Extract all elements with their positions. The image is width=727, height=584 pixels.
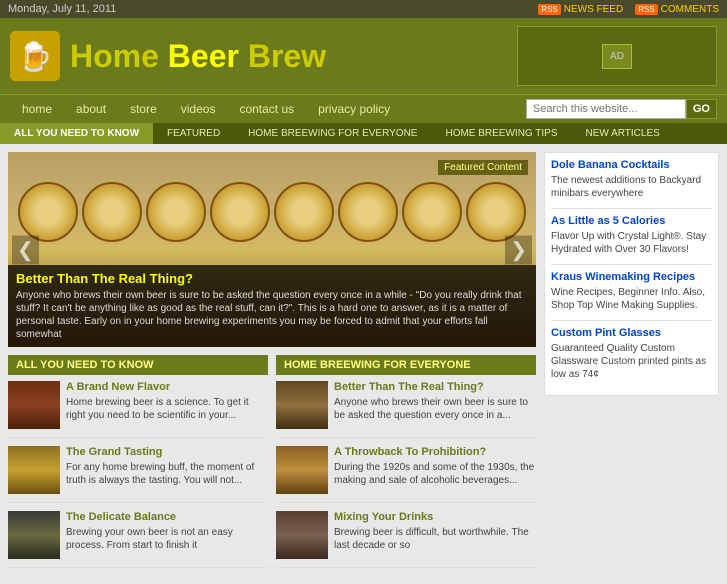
- article-excerpt-4: Anyone who brews their own beer is sure …: [334, 396, 536, 422]
- featured-slider: Featured Content ❮ ❯ Better Than The Rea…: [8, 152, 536, 347]
- rss-icon: RSS: [538, 4, 560, 15]
- header-ad-inner: AD: [602, 44, 632, 69]
- article-title-1[interactable]: A Brand New Flavor: [66, 381, 268, 393]
- comments-rss-icon: RSS: [635, 4, 657, 15]
- nav-store[interactable]: store: [118, 100, 169, 118]
- search-bar: GO: [526, 99, 717, 119]
- search-input[interactable]: [526, 99, 686, 119]
- nav-privacy[interactable]: privacy policy: [306, 100, 402, 118]
- cat-featured[interactable]: FEATURED: [153, 123, 234, 144]
- circle-2: [82, 182, 142, 242]
- article-item: A Throwback To Prohibition? During the 1…: [276, 446, 536, 503]
- article-title-2[interactable]: The Grand Tasting: [66, 446, 268, 458]
- article-info-4: Better Than The Real Thing? Anyone who b…: [334, 381, 536, 429]
- circle-4: [210, 182, 270, 242]
- sidebar-ad-title-2[interactable]: As Little as 5 Calories: [551, 215, 712, 227]
- featured-excerpt: Anyone who brews their own beer is sure …: [16, 289, 528, 341]
- sidebar-divider: [551, 320, 712, 321]
- cat-tips[interactable]: HOME BREEWING TIPS: [431, 123, 571, 144]
- featured-circles: [8, 172, 536, 252]
- comments-link[interactable]: RSS COMMENTS: [635, 4, 719, 15]
- article-title-6[interactable]: Mixing Your Drinks: [334, 511, 536, 523]
- logo-area[interactable]: 🍺 Home Beer Brew: [10, 31, 326, 81]
- nav-contact[interactable]: contact us: [227, 100, 306, 118]
- sidebar-ad-text-3: Wine Recipes, Beginner Info. Also, Shop …: [551, 286, 712, 312]
- circle-7: [402, 182, 462, 242]
- sidebar-ad-title-3[interactable]: Kraus Winemaking Recipes: [551, 271, 712, 283]
- article-title-5[interactable]: A Throwback To Prohibition?: [334, 446, 536, 458]
- article-excerpt-6: Brewing beer is difficult, but worthwhil…: [334, 526, 536, 552]
- content-area: Featured Content ❮ ❯ Better Than The Rea…: [8, 152, 536, 576]
- nav-videos[interactable]: videos: [169, 100, 228, 118]
- sidebar-divider: [551, 264, 712, 265]
- article-excerpt-3: Brewing your own beer is not an easy pro…: [66, 526, 268, 552]
- article-col-2: HOME BREEWING FOR EVERYONE Better Than T…: [276, 355, 536, 576]
- article-item: A Brand New Flavor Home brewing beer is …: [8, 381, 268, 438]
- sidebar: Dole Banana Cocktails The newest additio…: [544, 152, 719, 576]
- date-label: Monday, July 11, 2011: [8, 3, 116, 15]
- article-item: Mixing Your Drinks Brewing beer is diffi…: [276, 511, 536, 568]
- article-item: The Grand Tasting For any home brewing b…: [8, 446, 268, 503]
- sidebar-divider: [551, 208, 712, 209]
- circle-6: [338, 182, 398, 242]
- logo-beer: Beer: [168, 38, 239, 74]
- sidebar-ad-title-4[interactable]: Custom Pint Glasses: [551, 327, 712, 339]
- logo-home: Home: [70, 38, 159, 74]
- cat-new-articles[interactable]: NEW ARTICLES: [572, 123, 674, 144]
- sidebar-ad-text-2: Flavor Up with Crystal Light®. Stay Hydr…: [551, 230, 712, 256]
- article-title-3[interactable]: The Delicate Balance: [66, 511, 268, 523]
- article-thumb-2: [8, 446, 60, 494]
- circle-3: [146, 182, 206, 242]
- logo-icon: 🍺: [10, 31, 60, 81]
- article-thumb-5: [276, 446, 328, 494]
- article-excerpt-2: For any home brewing buff, the moment of…: [66, 461, 268, 487]
- cat-home-brewing[interactable]: HOME BREEWING FOR EVERYONE: [234, 123, 431, 144]
- newsfeed-link[interactable]: RSS NEWS FEED: [538, 4, 623, 15]
- article-item: The Delicate Balance Brewing your own be…: [8, 511, 268, 568]
- article-info-5: A Throwback To Prohibition? During the 1…: [334, 446, 536, 494]
- circle-5: [274, 182, 334, 242]
- featured-caption: Better Than The Real Thing? Anyone who b…: [8, 265, 536, 347]
- article-title-4[interactable]: Better Than The Real Thing?: [334, 381, 536, 393]
- article-col-1: ALL YOU NEED TO KNOW A Brand New Flavor …: [8, 355, 268, 576]
- cat-all-you-need[interactable]: ALL YOU NEED TO KNOW: [0, 123, 153, 144]
- article-thumb-3: [8, 511, 60, 559]
- featured-title: Better Than The Real Thing?: [16, 271, 528, 286]
- col2-header: HOME BREEWING FOR EVERYONE: [276, 355, 536, 375]
- slider-next-arrow[interactable]: ❯: [505, 235, 532, 264]
- sidebar-ad-title-1[interactable]: Dole Banana Cocktails: [551, 159, 712, 171]
- article-info-6: Mixing Your Drinks Brewing beer is diffi…: [334, 511, 536, 559]
- sidebar-ad-text-4: Guaranteed Quality Custom Glassware Cust…: [551, 342, 712, 381]
- article-thumb-1: [8, 381, 60, 429]
- header-advertisement: AD: [517, 26, 717, 86]
- article-item: Better Than The Real Thing? Anyone who b…: [276, 381, 536, 438]
- article-thumb-4: [276, 381, 328, 429]
- article-columns: ALL YOU NEED TO KNOW A Brand New Flavor …: [8, 355, 536, 576]
- article-thumb-6: [276, 511, 328, 559]
- circle-8: [466, 182, 526, 242]
- article-excerpt-1: Home brewing beer is a science. To get i…: [66, 396, 268, 422]
- featured-tag: Featured Content: [438, 160, 528, 175]
- category-bar: ALL YOU NEED TO KNOW FEATURED HOME BREEW…: [0, 123, 727, 144]
- nav-home[interactable]: home: [10, 100, 64, 118]
- logo-brew: Brew: [248, 38, 326, 74]
- nav-about[interactable]: about: [64, 100, 118, 118]
- top-bar: Monday, July 11, 2011 RSS NEWS FEED RSS …: [0, 0, 727, 18]
- article-info-1: A Brand New Flavor Home brewing beer is …: [66, 381, 268, 429]
- col1-header: ALL YOU NEED TO KNOW: [8, 355, 268, 375]
- slider-prev-arrow[interactable]: ❮: [12, 235, 39, 264]
- article-info-3: The Delicate Balance Brewing your own be…: [66, 511, 268, 559]
- main-nav: home about store videos contact us priva…: [0, 94, 727, 123]
- sidebar-ad-1: Dole Banana Cocktails The newest additio…: [544, 152, 719, 396]
- search-button[interactable]: GO: [686, 99, 717, 119]
- feed-links: RSS NEWS FEED RSS COMMENTS: [538, 4, 719, 15]
- article-excerpt-5: During the 1920s and some of the 1930s, …: [334, 461, 536, 487]
- circle-1: [18, 182, 78, 242]
- logo-text: Home Beer Brew: [70, 38, 326, 75]
- article-info-2: The Grand Tasting For any home brewing b…: [66, 446, 268, 494]
- site-header: 🍺 Home Beer Brew AD: [0, 18, 727, 94]
- main-layout: Featured Content ❮ ❯ Better Than The Rea…: [0, 144, 727, 584]
- sidebar-ad-text-1: The newest additions to Backyard minibar…: [551, 174, 712, 200]
